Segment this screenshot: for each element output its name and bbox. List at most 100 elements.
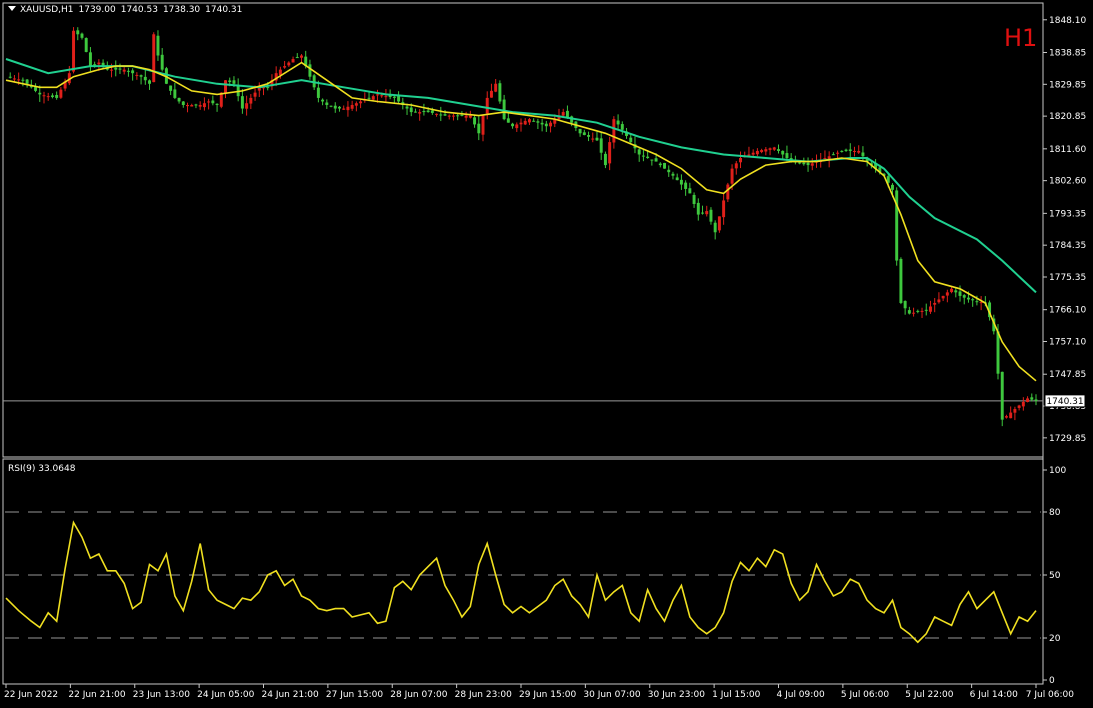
candle-body: [397, 95, 401, 102]
candle-body: [17, 79, 21, 81]
time-tick-label: 29 Jun 15:00: [519, 690, 576, 700]
rsi-tick-label: 20: [1049, 634, 1061, 644]
price-axis[interactable]: 1848.10 1838.85 1829.85 1820.85 1811.60 1802.…: [1043, 16, 1086, 444]
candle-body: [540, 122, 544, 125]
price-tick-label: 1848.10: [1049, 16, 1086, 26]
time-tick-label: 24 Jun 21:00: [262, 690, 319, 700]
candle-body: [430, 110, 434, 113]
time-tick-label: 5 Jul 22:00: [905, 690, 954, 700]
time-tick-label: 28 Jun 07:00: [390, 690, 447, 700]
candle-body: [215, 103, 219, 105]
candle-body: [21, 79, 25, 81]
candle-body: [958, 291, 962, 296]
candle-body: [857, 150, 861, 153]
candle-body: [578, 128, 582, 134]
candle-body: [663, 162, 667, 169]
candle-body: [413, 111, 417, 113]
candle-body: [802, 162, 806, 165]
candle-body: [996, 331, 1000, 374]
candle-body: [439, 114, 443, 116]
candle-body: [25, 79, 29, 84]
candle-body: [772, 147, 776, 150]
candle-body: [321, 99, 325, 102]
candle-body: [975, 301, 979, 303]
price-tick-label: 1811.60: [1049, 145, 1086, 155]
candle-body: [139, 75, 143, 77]
candle-body: [768, 148, 772, 150]
candle-body: [785, 153, 789, 159]
candle-body: [460, 114, 464, 116]
candle-body: [709, 209, 713, 222]
rsi-tick-label: 80: [1049, 508, 1061, 518]
candle-body: [637, 149, 641, 155]
candle-body: [489, 90, 493, 98]
candle-body: [485, 97, 489, 114]
candle-body: [350, 104, 354, 109]
candle-body: [342, 108, 346, 110]
candle-body: [916, 310, 920, 312]
chart-canvas[interactable]: 1848.10 1838.85 1829.85 1820.85 1811.60 1802.…: [0, 0, 1093, 708]
candle-body: [971, 299, 975, 301]
candle-body: [861, 152, 865, 157]
candle-body: [515, 124, 519, 129]
candle-body: [494, 83, 498, 92]
candlesticks: [8, 27, 1038, 427]
time-tick-label: 24 Jun 05:00: [197, 690, 254, 700]
candle-body: [722, 200, 726, 218]
candle-body: [240, 96, 244, 109]
candle-body: [950, 288, 954, 293]
candle-body: [717, 216, 721, 231]
candle-body: [118, 68, 122, 70]
candle-body: [97, 62, 101, 65]
candle-body: [1026, 398, 1030, 403]
time-axis: 22 Jun 2022 22 Jun 21:00 23 Jun 13:00 24 Ju…: [4, 684, 1074, 700]
candle-body: [582, 132, 586, 136]
candle-body: [194, 104, 198, 106]
candle-body: [80, 33, 84, 38]
candle-body: [283, 66, 287, 68]
candle-body: [920, 310, 924, 312]
candle-body: [8, 76, 12, 78]
candle-body: [380, 95, 384, 97]
candle-body: [405, 106, 409, 109]
candle-body: [308, 64, 312, 77]
candle-body: [912, 312, 916, 314]
candle-body: [599, 138, 603, 153]
candle-body: [806, 162, 810, 166]
candle-body: [751, 152, 755, 155]
candle-body: [38, 92, 42, 95]
candle-body: [1017, 405, 1021, 408]
candle-body: [300, 55, 303, 58]
candle-body: [966, 297, 970, 300]
candle-body: [734, 163, 738, 169]
candle-body: [177, 97, 181, 102]
candle-body: [587, 135, 591, 137]
current-price-badge: 1740.31: [1044, 394, 1086, 408]
candle-body: [945, 292, 949, 296]
candle-body: [506, 118, 510, 123]
candle-body: [34, 87, 38, 91]
candle-body: [620, 124, 624, 130]
price-tick-label: 1747.85: [1049, 370, 1086, 380]
candle-body: [375, 94, 379, 96]
time-tick-label: 7 Jul 06:00: [1026, 690, 1075, 700]
price-pane-border: [2, 2, 1044, 458]
candle-body: [671, 173, 675, 176]
candle-body: [692, 194, 696, 204]
current-price-label: 1740.31: [1046, 397, 1083, 407]
candle-body: [713, 222, 717, 233]
candle-body: [126, 70, 130, 72]
candle-body: [658, 163, 662, 166]
candle-body: [646, 156, 650, 159]
candle-body: [84, 38, 88, 52]
candle-body: [928, 306, 932, 312]
candle-body: [156, 35, 160, 56]
candle-body: [739, 158, 742, 163]
candle-body: [122, 69, 126, 72]
candle-body: [1013, 409, 1017, 413]
candle-body: [169, 85, 173, 91]
time-tick-label: 1 Jul 15:00: [712, 690, 761, 700]
candle-body: [346, 106, 350, 111]
candle-body: [72, 30, 76, 72]
candle-body: [603, 153, 607, 166]
